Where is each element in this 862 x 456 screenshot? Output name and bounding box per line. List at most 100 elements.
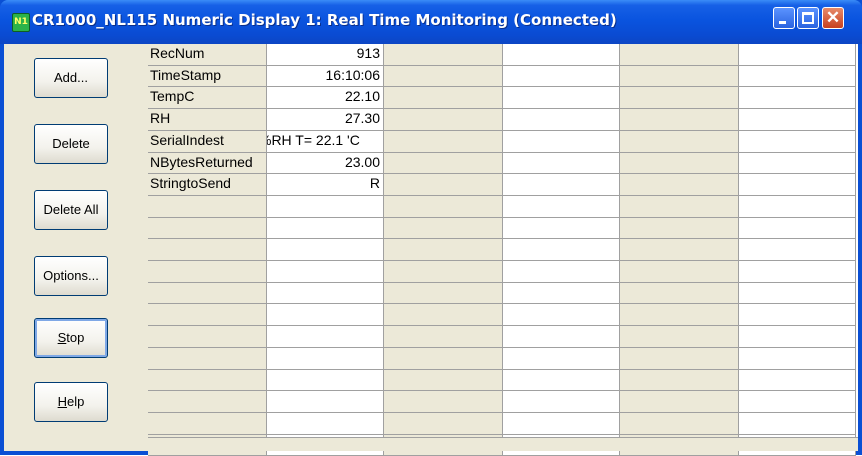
grid-name-cell[interactable] [148,239,267,261]
grid-value-cell[interactable] [739,348,856,370]
grid-value-cell[interactable]: 22.10 [267,87,384,109]
grid-name-cell[interactable] [148,413,267,435]
grid-value-cell[interactable] [739,44,856,66]
grid-name-cell[interactable] [620,304,739,326]
help-button[interactable]: Help [34,382,108,422]
grid-value-cell[interactable] [267,283,384,304]
grid-value-cell[interactable] [739,304,856,326]
minimize-button[interactable] [773,7,795,29]
grid-value-cell[interactable] [503,174,620,196]
grid-value-cell[interactable] [503,131,620,153]
grid-name-cell[interactable] [384,283,503,304]
grid-value-cell[interactable] [503,87,620,109]
grid-name-cell[interactable] [620,174,739,196]
close-button[interactable]: ✕ [822,7,844,29]
grid-value-cell[interactable] [503,413,620,435]
grid-value-cell[interactable] [739,239,856,261]
grid-name-cell[interactable] [384,261,503,283]
grid-value-cell[interactable] [739,66,856,87]
grid-value-cell[interactable] [503,261,620,283]
delete-button[interactable]: Delete [34,124,108,164]
grid-name-cell[interactable] [384,44,503,66]
grid-value-cell[interactable] [739,174,856,196]
grid-name-cell[interactable] [148,218,267,239]
grid-name-cell[interactable] [620,66,739,87]
grid-value-cell[interactable] [503,44,620,66]
grid-value-cell[interactable] [739,131,856,153]
add-button[interactable]: Add... [34,58,108,98]
grid-name-cell[interactable]: RH [148,109,267,131]
grid-name-cell[interactable] [620,370,739,391]
grid-value-cell[interactable]: 16:10:06 [267,66,384,87]
grid-name-cell[interactable] [148,196,267,218]
grid-value-cell[interactable] [503,283,620,304]
grid-value-cell[interactable] [739,261,856,283]
grid-value-cell[interactable] [267,218,384,239]
grid-name-cell[interactable] [620,261,739,283]
grid-name-cell[interactable] [620,109,739,131]
grid-value-cell[interactable] [739,413,856,435]
grid-name-cell[interactable]: TempC [148,87,267,109]
grid-name-cell[interactable]: StringtoSend [148,174,267,196]
grid-value-cell[interactable] [503,326,620,348]
grid-value-cell[interactable] [739,87,856,109]
grid-name-cell[interactable] [148,304,267,326]
grid-value-cell[interactable] [739,218,856,239]
grid-value-cell[interactable] [267,261,384,283]
grid-name-cell[interactable]: SerialIndest [148,131,267,153]
grid-value-cell[interactable] [739,283,856,304]
title-bar[interactable]: N1 CR1000_NL115 Numeric Display 1: Real … [0,0,862,44]
grid-value-cell[interactable] [503,66,620,87]
grid-value-cell[interactable]: 913 [267,44,384,66]
grid-name-cell[interactable] [384,87,503,109]
grid-value-cell[interactable] [503,109,620,131]
grid-name-cell[interactable] [384,348,503,370]
grid-value-cell[interactable] [267,326,384,348]
grid-name-cell[interactable] [148,261,267,283]
grid-name-cell[interactable] [620,131,739,153]
grid-value-cell[interactable] [267,304,384,326]
grid-name-cell[interactable]: NBytesReturned [148,153,267,174]
delete-all-button[interactable]: Delete All [34,190,108,230]
grid-value-cell[interactable] [503,348,620,370]
grid-value-cell[interactable] [267,391,384,413]
grid-name-cell[interactable] [384,131,503,153]
values-grid[interactable]: RecNum 913 TimeStamp 16:10:06 TempC 22.10 RH 27… [148,44,858,456]
grid-value-cell[interactable] [503,304,620,326]
grid-name-cell[interactable] [384,413,503,435]
grid-name-cell[interactable] [620,348,739,370]
grid-value-cell[interactable]: 23.00 [267,153,384,174]
grid-value-cell[interactable] [267,413,384,435]
grid-value-cell[interactable] [267,196,384,218]
grid-value-cell[interactable] [503,196,620,218]
grid-value-cell[interactable] [267,348,384,370]
grid-name-cell[interactable] [384,391,503,413]
grid-name-cell[interactable] [620,196,739,218]
grid-name-cell[interactable] [384,218,503,239]
grid-name-cell[interactable] [620,413,739,435]
grid-name-cell[interactable] [148,348,267,370]
grid-name-cell[interactable] [384,304,503,326]
grid-name-cell[interactable] [384,153,503,174]
grid-name-cell[interactable] [384,66,503,87]
grid-value-cell[interactable] [267,370,384,391]
grid-value-cell[interactable] [503,153,620,174]
stop-button[interactable]: Stop [34,318,108,358]
grid-value-cell[interactable] [739,326,856,348]
grid-value-cell[interactable] [503,391,620,413]
grid-value-cell[interactable] [739,391,856,413]
maximize-button[interactable] [797,7,819,29]
grid-value-cell[interactable]: R [267,174,384,196]
grid-value-cell[interactable] [739,370,856,391]
numeric-display-app-icon[interactable]: N1 [12,13,30,32]
grid-name-cell[interactable] [384,326,503,348]
grid-name-cell[interactable] [620,153,739,174]
grid-name-cell[interactable] [620,326,739,348]
grid-name-cell[interactable] [620,218,739,239]
grid-value-cell[interactable]: 27.30 [267,109,384,131]
grid-name-cell[interactable] [384,109,503,131]
grid-name-cell[interactable] [620,44,739,66]
grid-name-cell[interactable] [384,370,503,391]
grid-name-cell[interactable]: TimeStamp [148,66,267,87]
grid-name-cell[interactable] [620,239,739,261]
